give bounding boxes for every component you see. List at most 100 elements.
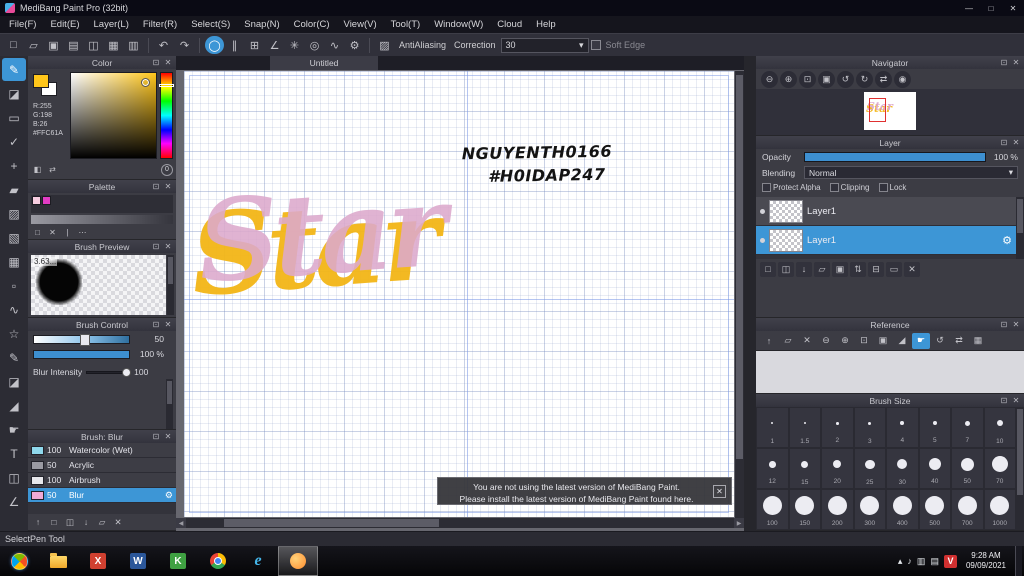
tile-tool[interactable]: ▦	[2, 250, 26, 273]
brush-size-12[interactable]: 12	[756, 448, 789, 489]
popout-icon[interactable]: ⊡	[999, 58, 1009, 67]
menu-snap[interactable]: Snap(N)	[237, 16, 286, 33]
blending-dropdown[interactable]: Normal ▾	[804, 166, 1018, 179]
clipping-checkbox[interactable]	[829, 183, 839, 192]
correction-dropdown[interactable]: 30 ▾	[500, 37, 589, 53]
preview-scrollbar[interactable]	[167, 255, 174, 315]
brush-size-25[interactable]: 25	[853, 448, 886, 489]
layer-list-scrollbar[interactable]	[1016, 197, 1024, 259]
dot-tool[interactable]: ▫	[2, 274, 26, 297]
brush-size-slider[interactable]	[33, 333, 130, 346]
scroll-left-icon[interactable]: ◀	[176, 518, 186, 528]
materials-icon[interactable]: ▥	[124, 36, 143, 54]
grid-view-icon[interactable]: ▦	[104, 36, 123, 54]
auto-select-tool[interactable]: ✓	[2, 130, 26, 153]
close-panel-icon[interactable]: ✕	[163, 58, 173, 67]
close-panel-icon[interactable]: ✕	[163, 432, 173, 441]
brush-size-4[interactable]: 4	[886, 407, 919, 448]
lock-checkbox[interactable]	[878, 183, 888, 192]
snap-circle-icon[interactable]: ◎	[305, 36, 324, 54]
magic-wand-tool[interactable]: ☆	[2, 322, 26, 345]
select-eraser-tool[interactable]: ◪	[2, 370, 26, 393]
chrome-icon[interactable]	[198, 546, 238, 576]
menu-file[interactable]: File(F)	[2, 16, 43, 33]
ref-fit-icon[interactable]: ⊡	[855, 333, 873, 349]
word-icon[interactable]: W	[118, 546, 158, 576]
nav-zoom-out-icon[interactable]: ⊖	[761, 70, 778, 88]
close-panel-icon[interactable]: ✕	[163, 320, 173, 329]
layer-row-0[interactable]: Layer1	[756, 197, 1024, 226]
blur-intensity-knob[interactable]	[122, 367, 132, 377]
brush-size-7[interactable]: 7	[951, 407, 984, 448]
palette-menu-icon[interactable]: ⋯	[76, 226, 89, 238]
snap-settings-icon[interactable]: ⚙	[345, 36, 364, 54]
brush-size-1.5[interactable]: 1.5	[788, 407, 821, 448]
divide-tool[interactable]: ◫	[2, 466, 26, 489]
popout-icon[interactable]: ⊡	[999, 320, 1009, 329]
taskbar-clock[interactable]: 9:28 AM 09/09/2021	[962, 551, 1010, 572]
layer-clear-icon[interactable]: ▭	[886, 261, 902, 277]
menu-view[interactable]: View(V)	[337, 16, 384, 33]
input-method-icon[interactable]: ▤	[930, 556, 939, 567]
brush-size-50[interactable]: 50	[951, 448, 984, 489]
layer-visibility-icon[interactable]	[760, 237, 765, 243]
brush-size-100[interactable]: 100	[756, 489, 789, 530]
fill-tool[interactable]: ▰	[2, 178, 26, 201]
brush-size-400[interactable]: 400	[886, 489, 919, 530]
nav-actual-size-icon[interactable]: ▣	[818, 70, 835, 88]
export-icon[interactable]: ▤	[64, 36, 83, 54]
close-button[interactable]: ✕	[1002, 0, 1024, 16]
rect-select-tool[interactable]: ▭	[2, 106, 26, 129]
minimize-button[interactable]: —	[958, 0, 980, 16]
brush-size-20[interactable]: 20	[821, 448, 854, 489]
hue-slider[interactable]	[159, 72, 174, 159]
layer-merge-icon[interactable]: ⊟	[868, 261, 884, 277]
close-panel-icon[interactable]: ✕	[1011, 320, 1021, 329]
layer-settings-icon[interactable]: ⚙	[1002, 234, 1012, 247]
notification-close-icon[interactable]: ✕	[713, 485, 726, 498]
palette-swatch-1[interactable]	[42, 196, 51, 205]
brush-row-watercolor-wet[interactable]: 100 Watercolor (Wet)	[28, 443, 176, 458]
app-green-icon[interactable]: K	[158, 546, 198, 576]
network-icon[interactable]: ▥	[917, 556, 926, 567]
start-button[interactable]	[0, 546, 38, 576]
copy-icon[interactable]: ◫	[84, 36, 103, 54]
opacity-slider[interactable]	[804, 152, 986, 162]
brush-size-500[interactable]: 500	[918, 489, 951, 530]
nav-fit-icon[interactable]: ⊡	[799, 70, 816, 88]
ref-actual-size-icon[interactable]: ▣	[874, 333, 892, 349]
eyedropper-tool[interactable]: ◢	[2, 394, 26, 417]
tray-expand-icon[interactable]: ▴	[898, 556, 903, 567]
antialiasing-icon[interactable]: ▨	[375, 36, 394, 54]
snap-curve-icon[interactable]: ∿	[325, 36, 344, 54]
foreground-color-swatch[interactable]	[33, 74, 49, 88]
redo-icon[interactable]: ↷	[175, 36, 194, 54]
brush-size-150[interactable]: 150	[788, 489, 821, 530]
canvas-tab-untitled[interactable]: Untitled	[270, 56, 378, 70]
nav-reset-icon[interactable]: ◉	[894, 70, 911, 88]
brush-size-2[interactable]: 2	[821, 407, 854, 448]
volume-icon[interactable]: ♪	[907, 556, 912, 566]
scroll-right-icon[interactable]: ▶	[734, 518, 744, 528]
blur-intensity-slider[interactable]	[86, 367, 132, 377]
brush-row-acrylic[interactable]: 50 Acrylic	[28, 458, 176, 473]
unikey-icon[interactable]: V	[943, 554, 957, 568]
move-tool[interactable]: +	[2, 154, 26, 177]
brush-row-airbrush[interactable]: 100 Airbrush	[28, 473, 176, 488]
menu-edit[interactable]: Edit(E)	[43, 16, 86, 33]
layer-add-icon[interactable]: □	[760, 261, 776, 277]
popout-icon[interactable]: ⊡	[999, 396, 1009, 405]
brush-settings-icon[interactable]: ⚙	[165, 490, 173, 501]
ref-open-icon[interactable]: ▱	[779, 333, 797, 349]
file-explorer-icon[interactable]	[38, 546, 78, 576]
popout-icon[interactable]: ⊡	[151, 432, 161, 441]
color-swap-icon[interactable]: ⇄	[46, 164, 59, 176]
brush-size-1000[interactable]: 1000	[983, 489, 1016, 530]
brush-add-icon[interactable]: □	[47, 516, 61, 529]
layer-duplicate-icon[interactable]: ◫	[778, 261, 794, 277]
ref-eyedropper-icon[interactable]: ◢	[893, 333, 911, 349]
brush-delete-icon[interactable]: ✕	[111, 516, 125, 529]
ref-image-icon[interactable]: ▦	[969, 333, 987, 349]
layer-visibility-icon[interactable]	[760, 208, 765, 214]
menu-tool[interactable]: Tool(T)	[384, 16, 428, 33]
